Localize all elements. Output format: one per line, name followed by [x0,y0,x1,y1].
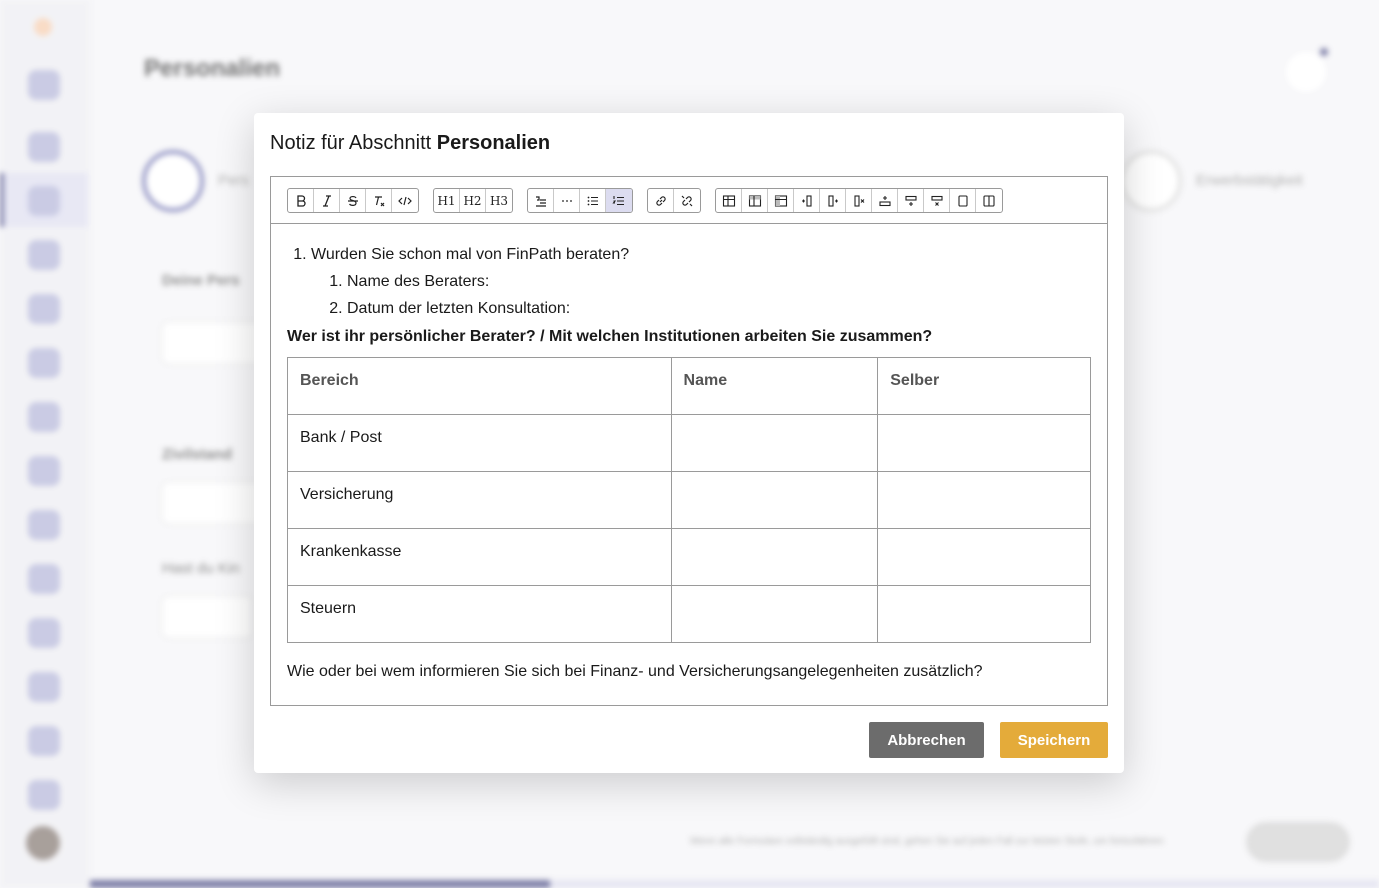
insert-table-icon[interactable] [716,189,742,212]
dialog-title-section: Personalien [436,132,551,154]
rich-text-editor[interactable]: H1 H2 H3 1. Wurden Sie schon mal von Fin… [270,176,1108,706]
list-item: Name des Beraters: [347,271,1091,293]
table-cell[interactable] [670,528,879,586]
table-header-row: Bereich Name Selber [287,357,1091,415]
nested-ordered-list: Name des Beraters: Datum der letzten Kon… [347,271,1091,320]
add-column-after-icon[interactable] [820,189,846,212]
delete-row-icon[interactable] [924,189,950,212]
list-item: Datum der letzten Konsultation: [347,298,1091,320]
blockquote-icon[interactable] [528,189,554,212]
table-row: Versicherung [287,471,1091,529]
table-cell[interactable]: Steuern [287,585,672,643]
editor-toolbar: H1 H2 H3 [271,177,1107,224]
add-column-before-icon[interactable] [794,189,820,212]
institutions-table: Bereich Name Selber Bank / Post Versiche… [287,357,1091,643]
heading3-icon[interactable]: H3 [486,189,512,212]
link-group [647,188,701,213]
table-group [715,188,1003,213]
table-cell[interactable]: Bank / Post [287,414,672,472]
table-row: Steuern [287,585,1091,643]
closing-question: Wie oder bei wem informieren Sie sich be… [287,663,983,680]
italic-icon[interactable] [314,189,340,212]
table-row: Krankenkasse [287,528,1091,586]
add-row-before-icon[interactable] [872,189,898,212]
ordered-list: Wurden Sie schon mal von FinPath beraten… [311,244,1091,320]
table-cell[interactable] [670,471,879,529]
advisor-question: Wer ist ihr persönlicher Berater? / Mit … [287,328,933,345]
add-row-after-icon[interactable] [898,189,924,212]
code-icon[interactable] [392,189,418,212]
table-header[interactable]: Bereich [287,357,672,415]
list-item-text: Wurden Sie schon mal von FinPath beraten… [311,246,630,263]
cancel-button[interactable]: Abbrechen [869,722,984,758]
horizontal-rule-icon[interactable] [554,189,580,212]
bullet-list-icon[interactable] [580,189,606,212]
table-cell[interactable]: Versicherung [287,471,672,529]
link-icon[interactable] [648,189,674,212]
ordered-list-icon[interactable] [606,189,632,212]
list-item: Wurden Sie schon mal von FinPath beraten… [311,244,1091,320]
table-cell[interactable] [877,471,1091,529]
heading-group: H1 H2 H3 [433,188,513,213]
table-cell[interactable] [670,585,879,643]
unlink-icon[interactable] [674,189,700,212]
note-dialog: Notiz für Abschnitt Personalien H1 H2 H3 [254,113,1124,773]
editor-content[interactable]: Wurden Sie schon mal von FinPath beraten… [271,224,1107,683]
clear-format-icon[interactable] [366,189,392,212]
strikethrough-icon[interactable] [340,189,366,212]
header-row-icon[interactable] [742,189,768,212]
save-button[interactable]: Speichern [1000,722,1108,758]
table-cell[interactable] [670,414,879,472]
table-header[interactable]: Selber [877,357,1091,415]
delete-column-icon[interactable] [846,189,872,212]
header-column-icon[interactable] [768,189,794,212]
dialog-title-prefix: Notiz für Abschnitt [270,132,432,154]
heading1-icon[interactable]: H1 [434,189,460,212]
block-group [527,188,633,213]
format-group [287,188,419,213]
bold-icon[interactable] [288,189,314,212]
table-row: Bank / Post [287,414,1091,472]
table-cell[interactable] [877,414,1091,472]
table-header[interactable]: Name [670,357,879,415]
heading2-icon[interactable]: H2 [460,189,486,212]
table-cell[interactable] [877,528,1091,586]
table-cell[interactable] [877,585,1091,643]
table-cell[interactable]: Krankenkasse [287,528,672,586]
split-cell-icon[interactable] [976,189,1002,212]
merge-cells-icon[interactable] [950,189,976,212]
dialog-title: Notiz für Abschnitt Personalien [270,132,550,155]
